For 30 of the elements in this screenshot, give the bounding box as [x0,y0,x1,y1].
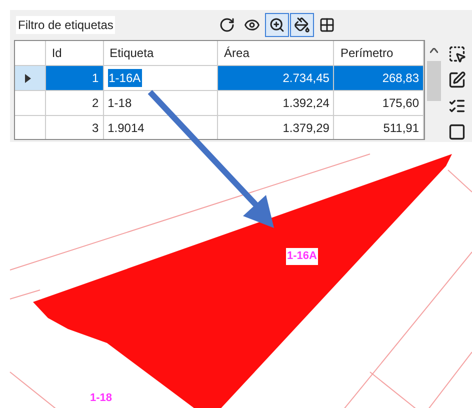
side-tool-button[interactable] [447,70,467,90]
map-label: 1-18 [90,391,112,406]
eye-icon [244,17,260,33]
column-header[interactable]: Id [46,41,104,65]
square-icon [448,123,466,141]
table-cell: 1-18 [104,91,218,115]
toolbar-button[interactable] [290,13,314,37]
side-tool-button[interactable] [447,44,467,64]
column-header[interactable]: Etiqueta [104,41,218,65]
current-row-icon [25,74,31,82]
zoom-in-icon [269,17,286,33]
table-cell: 268,83 [334,66,424,90]
panel-title: Filtro de etiquetas [16,16,116,34]
refresh-icon [219,17,236,33]
table-cell: 1 [46,66,104,90]
edit-icon [448,71,466,89]
map-label: 1-16A [286,248,318,264]
table-cell: 1-16A [104,66,218,90]
list-icon [448,97,466,115]
table-cell: 1.9014 [104,116,218,139]
grid-icon [319,17,336,33]
side-tool-button[interactable] [447,122,467,142]
table-cell: 2.734,45 [218,66,334,90]
scroll-up-icon [430,48,438,53]
toolbar-button[interactable] [265,13,290,37]
column-header[interactable]: Perímetro [334,41,424,65]
paint-bucket-icon [294,17,310,33]
column-header[interactable]: Área [218,41,334,65]
row-header[interactable] [15,66,46,90]
select-area-icon [448,45,466,63]
